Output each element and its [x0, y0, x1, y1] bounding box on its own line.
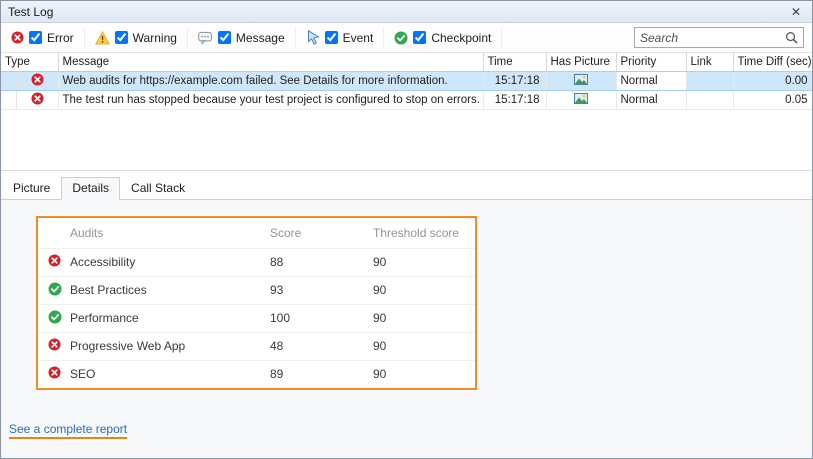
- error-icon: [38, 360, 66, 388]
- complete-report-link[interactable]: See a complete report: [9, 422, 127, 439]
- checkpoint-icon: [394, 31, 408, 45]
- filter-warning[interactable]: Warning: [85, 28, 188, 48]
- audit-table-body: Accessibility8890Best Practices9390Perfo…: [38, 248, 475, 388]
- log-time: 15:17:18: [483, 71, 546, 90]
- details-panel: AuditsScoreThreshold score Accessibility…: [1, 200, 812, 458]
- audit-threshold: 90: [369, 276, 475, 304]
- log-table-body: Web audits for https://example.com faile…: [1, 71, 812, 109]
- audit-threshold: 90: [369, 304, 475, 332]
- column-header-link[interactable]: Link: [686, 53, 733, 71]
- filter-error[interactable]: Error: [9, 28, 85, 48]
- test-log-window: { "window": { "title": "Test Log", "clos…: [0, 0, 813, 459]
- audit-row: SEO8990: [38, 360, 475, 388]
- audit-row: Accessibility8890: [38, 248, 475, 276]
- filter-label: Error: [47, 31, 74, 45]
- log-link: [686, 71, 733, 90]
- pass-icon: [38, 276, 66, 304]
- row-indicator: [1, 90, 16, 109]
- warning-icon: [95, 31, 110, 45]
- error-icon: [38, 332, 66, 360]
- filter-warning-checkbox[interactable]: [115, 31, 128, 44]
- filter-label: Warning: [133, 31, 177, 45]
- audit-header-row: AuditsScoreThreshold score: [38, 218, 475, 248]
- close-icon[interactable]: ✕: [787, 5, 805, 19]
- filter-event-checkbox[interactable]: [325, 31, 338, 44]
- audit-column-header-audits: Audits: [66, 218, 266, 248]
- filter-message[interactable]: Message: [188, 28, 296, 48]
- audit-name: SEO: [66, 360, 266, 388]
- error-icon: [38, 248, 66, 276]
- picture-icon[interactable]: [546, 90, 616, 109]
- filter-bar: Error Warning Message Event Checkpoint: [9, 23, 502, 52]
- event-icon: [306, 30, 320, 45]
- row-indicator: [1, 71, 16, 90]
- audit-score: 89: [266, 360, 369, 388]
- log-header-row: TypeMessageTimeHas PicturePriorityLinkTi…: [1, 53, 812, 71]
- column-header-message[interactable]: Message: [58, 53, 483, 71]
- tab-details[interactable]: Details: [61, 177, 120, 200]
- audit-threshold: 90: [369, 248, 475, 276]
- log-time: 15:17:18: [483, 90, 546, 109]
- audit-icon-column-header: [38, 218, 66, 248]
- filter-toolbar: Error Warning Message Event Checkpoint: [1, 23, 812, 53]
- audit-row: Performance10090: [38, 304, 475, 332]
- column-header-time[interactable]: Time: [483, 53, 546, 71]
- search-icon[interactable]: [785, 31, 798, 44]
- picture-icon[interactable]: [546, 71, 616, 90]
- column-header-priority[interactable]: Priority: [616, 53, 686, 71]
- column-header-time-diff-sec-[interactable]: Time Diff (sec): [733, 53, 812, 71]
- audit-results-box: AuditsScoreThreshold score Accessibility…: [36, 216, 477, 390]
- audit-name: Accessibility: [66, 248, 266, 276]
- log-priority: Normal: [616, 90, 686, 109]
- log-row[interactable]: The test run has stopped because your te…: [1, 90, 812, 109]
- log-grid: TypeMessageTimeHas PicturePriorityLinkTi…: [1, 53, 812, 171]
- tab-picture[interactable]: Picture: [2, 177, 61, 199]
- log-message: The test run has stopped because your te…: [58, 90, 483, 109]
- search-box: [634, 27, 804, 48]
- column-header-has-picture[interactable]: Has Picture: [546, 53, 616, 71]
- tab-strip: Picture Details Call Stack: [1, 177, 812, 200]
- audit-name: Progressive Web App: [66, 332, 266, 360]
- audit-score: 93: [266, 276, 369, 304]
- log-priority: Normal: [616, 71, 686, 90]
- message-icon: [198, 31, 213, 45]
- audit-column-header-score: Score: [266, 218, 369, 248]
- filter-checkpoint[interactable]: Checkpoint: [384, 28, 502, 48]
- search-input[interactable]: [640, 31, 781, 45]
- audit-name: Best Practices: [66, 276, 266, 304]
- filter-message-checkbox[interactable]: [218, 31, 231, 44]
- filter-error-checkbox[interactable]: [29, 31, 42, 44]
- filter-event[interactable]: Event: [296, 28, 385, 48]
- log-row[interactable]: Web audits for https://example.com faile…: [1, 71, 812, 90]
- log-table: TypeMessageTimeHas PicturePriorityLinkTi…: [1, 53, 812, 110]
- log-message: Web audits for https://example.com faile…: [58, 71, 483, 90]
- error-icon: [11, 31, 24, 44]
- audit-score: 48: [266, 332, 369, 360]
- error-icon: [16, 90, 58, 109]
- pass-icon: [38, 304, 66, 332]
- audit-score: 88: [266, 248, 369, 276]
- audit-row: Progressive Web App4890: [38, 332, 475, 360]
- audit-threshold: 90: [369, 332, 475, 360]
- audit-score: 100: [266, 304, 369, 332]
- log-link: [686, 90, 733, 109]
- audit-row: Best Practices9390: [38, 276, 475, 304]
- title-bar: Test Log ✕: [1, 1, 812, 23]
- filter-label: Message: [236, 31, 285, 45]
- column-header-type[interactable]: Type: [1, 53, 58, 71]
- audit-name: Performance: [66, 304, 266, 332]
- log-time-diff: 0.00: [733, 71, 812, 90]
- filter-label: Checkpoint: [431, 31, 491, 45]
- log-time-diff: 0.05: [733, 90, 812, 109]
- audit-column-header-threshold-score: Threshold score: [369, 218, 475, 248]
- audit-table: AuditsScoreThreshold score Accessibility…: [38, 218, 475, 388]
- audit-threshold: 90: [369, 360, 475, 388]
- tab-call-stack[interactable]: Call Stack: [120, 177, 196, 199]
- filter-checkpoint-checkbox[interactable]: [413, 31, 426, 44]
- filter-label: Event: [343, 31, 374, 45]
- window-title: Test Log: [8, 5, 787, 19]
- error-icon: [16, 71, 58, 90]
